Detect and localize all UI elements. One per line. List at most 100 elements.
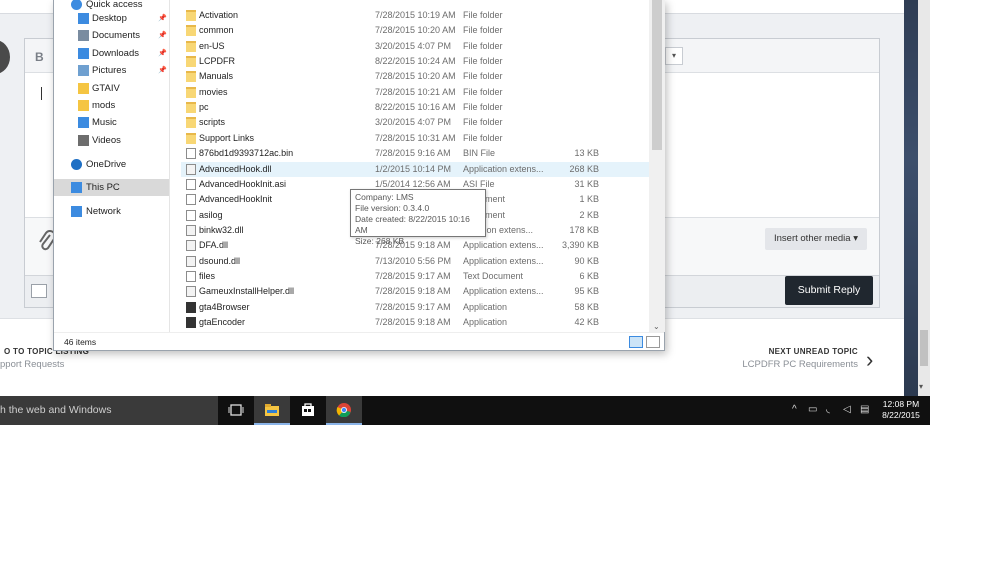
file-row[interactable]: pc 8/22/2015 10:16 AM File folder <box>181 100 649 115</box>
file-name: en-US <box>199 40 225 51</box>
folder-icon <box>78 100 89 111</box>
power-icon[interactable]: ▭ <box>808 404 817 415</box>
file-name: pc <box>199 102 209 113</box>
file-explorer-taskbar-button[interactable] <box>254 396 290 425</box>
taskbar: h the web and Windows ^ ▭ ◟ ◁ ▤ 12:08 PM… <box>0 396 930 425</box>
nav-item-desktop[interactable]: Desktop 📌 <box>54 10 169 27</box>
chrome-taskbar-button[interactable] <box>326 396 362 425</box>
nav-item-music[interactable]: Music <box>54 114 169 131</box>
nav-item-label: Documents <box>92 30 141 41</box>
browser-scrollbar-thumb[interactable] <box>920 330 928 366</box>
file-row[interactable]: GameuxInstallHelper.dll 7/28/2015 9:18 AM… <box>181 284 649 299</box>
nav-item-mods[interactable]: mods <box>54 97 169 114</box>
system-clock[interactable]: 12:08 PM 8/22/2015 <box>880 399 922 421</box>
file-row[interactable]: en-US 3/20/2015 4:07 PM File folder <box>181 39 649 54</box>
file-date: 3/20/2015 4:07 PM <box>375 117 452 128</box>
chevron-right-icon[interactable]: › <box>866 347 873 373</box>
nav-item-gtaiv[interactable]: GTAIV <box>54 80 169 97</box>
file-row[interactable]: Manuals 7/28/2015 10:20 AM File folder <box>181 69 649 84</box>
footer-checkbox[interactable] <box>31 284 47 298</box>
folder-icon <box>186 132 196 144</box>
file-row[interactable]: LCPDFR 8/22/2015 10:24 AM File folder <box>181 54 649 69</box>
nav-item-this-pc[interactable]: This PC <box>54 179 169 196</box>
status-bar: 46 items <box>54 332 664 350</box>
file-date: 7/28/2015 10:19 AM <box>375 10 456 20</box>
file-row[interactable]: movies 7/28/2015 10:21 AM File folder <box>181 85 649 100</box>
file-list-scrollbar-thumb[interactable] <box>652 0 662 150</box>
task-view-button[interactable] <box>218 396 254 425</box>
file-size: 42 KB <box>574 317 599 327</box>
chrome-icon <box>336 403 351 417</box>
taskbar-search-box[interactable]: h the web and Windows <box>0 396 218 425</box>
next-topic-label[interactable]: NEXT UNREAD TOPIC <box>769 347 858 356</box>
folder-icon <box>186 10 196 21</box>
file-type: File folder <box>463 102 503 113</box>
file-type: File folder <box>463 10 503 20</box>
file-date: 7/13/2010 5:56 PM <box>375 255 452 266</box>
nav-item-label: Pictures <box>92 65 127 76</box>
nav-item-onedrive[interactable]: OneDrive <box>54 156 169 173</box>
file-row[interactable]: AdvancedHook.dll 1/2/2015 10:14 PM Applica… <box>181 161 649 177</box>
file-row[interactable]: files 7/28/2015 9:17 AM Text Document 6 KB <box>181 269 649 284</box>
file-name: Support Links <box>199 132 255 143</box>
tooltip-company: Company: LMS <box>355 192 414 202</box>
tooltip-size: Size: 268 KB <box>355 236 405 246</box>
file-size: 1 KB <box>579 194 599 205</box>
nav-item-documents[interactable]: Documents 📌 <box>54 27 169 44</box>
bold-button[interactable]: B <box>35 50 44 64</box>
toolbar-dropdown-arrow-icon[interactable]: ▾ <box>665 47 683 65</box>
scroll-down-icon[interactable]: ⌄ <box>653 322 660 331</box>
nav-item-downloads[interactable]: Downloads 📌 <box>54 45 169 62</box>
file-date: 7/28/2015 9:18 AM <box>375 317 451 327</box>
store-icon <box>302 403 314 416</box>
nav-item-label: This PC <box>86 182 120 193</box>
file-row[interactable]: Activation 7/28/2015 10:19 AM File folder <box>181 8 649 23</box>
file-date: 7/28/2015 9:16 AM <box>375 148 451 159</box>
file-row[interactable]: dsound.dll 7/13/2010 5:56 PM Application e… <box>181 254 649 269</box>
next-topic-sub[interactable]: LCPDFR PC Requirements <box>742 359 858 370</box>
folder-icon <box>186 102 196 114</box>
file-name: AdvancedHook.dll <box>199 163 272 174</box>
scroll-down-arrow-icon[interactable]: ▾ <box>919 382 923 391</box>
nav-item-label: Network <box>86 206 121 217</box>
store-taskbar-button[interactable] <box>290 396 326 425</box>
pin-icon[interactable]: 📌 <box>158 62 167 79</box>
insert-other-media-button[interactable]: Insert other media ▾ <box>765 228 867 250</box>
file-row[interactable]: scripts 3/20/2015 4:07 PM File folder <box>181 115 649 130</box>
file-name: gta4Browser <box>199 301 250 312</box>
folder-icon <box>78 83 89 94</box>
file-row[interactable]: 876bd1d9393712ac.bin 7/28/2015 9:16 AM BIN… <box>181 146 649 161</box>
file-type: BIN File <box>463 148 496 159</box>
pin-icon[interactable]: 📌 <box>158 27 167 44</box>
action-center-icon[interactable]: ▤ <box>860 404 869 415</box>
wifi-icon[interactable]: ◟ <box>826 404 830 415</box>
file-name: scripts <box>199 117 226 128</box>
volume-icon[interactable]: ◁ <box>843 404 851 415</box>
large-icons-view-icon[interactable] <box>646 336 660 348</box>
file-icon <box>186 209 196 221</box>
file-name: LCPDFR <box>199 56 236 67</box>
nav-item-pictures[interactable]: Pictures 📌 <box>54 62 169 79</box>
submit-reply-button[interactable]: Submit Reply <box>785 276 873 305</box>
file-row[interactable]: Support Links 7/28/2015 10:31 AM File fold… <box>181 131 649 146</box>
file-type: Application <box>463 301 508 312</box>
file-row[interactable]: common 7/28/2015 10:20 AM File folder <box>181 23 649 38</box>
file-name: files <box>199 270 216 281</box>
pin-icon[interactable]: 📌 <box>158 45 167 62</box>
show-hidden-icons-icon[interactable]: ^ <box>792 404 797 415</box>
nav-item-label: OneDrive <box>86 159 127 170</box>
nav-item-videos[interactable]: Videos <box>54 132 169 149</box>
file-name: AdvancedHookInit <box>199 194 273 205</box>
file-name: DFA.dll <box>199 240 229 251</box>
file-name: 876bd1d9393712ac.bin <box>199 148 294 159</box>
file-row[interactable]: gtaEncoder 7/28/2015 9:18 AM Application 42… <box>181 315 649 330</box>
prev-topic-sub[interactable]: pport Requests <box>0 359 64 370</box>
downloads-icon <box>78 48 89 59</box>
file-size: 6 KB <box>579 270 599 281</box>
details-view-icon[interactable] <box>629 336 643 348</box>
nav-item-network[interactable]: Network <box>54 203 169 220</box>
dll-icon <box>186 224 196 236</box>
file-row[interactable]: gta4Browser 7/28/2015 9:17 AM Application 5… <box>181 300 649 315</box>
file-name: Manuals <box>199 71 234 82</box>
pin-icon[interactable]: 📌 <box>158 10 167 27</box>
